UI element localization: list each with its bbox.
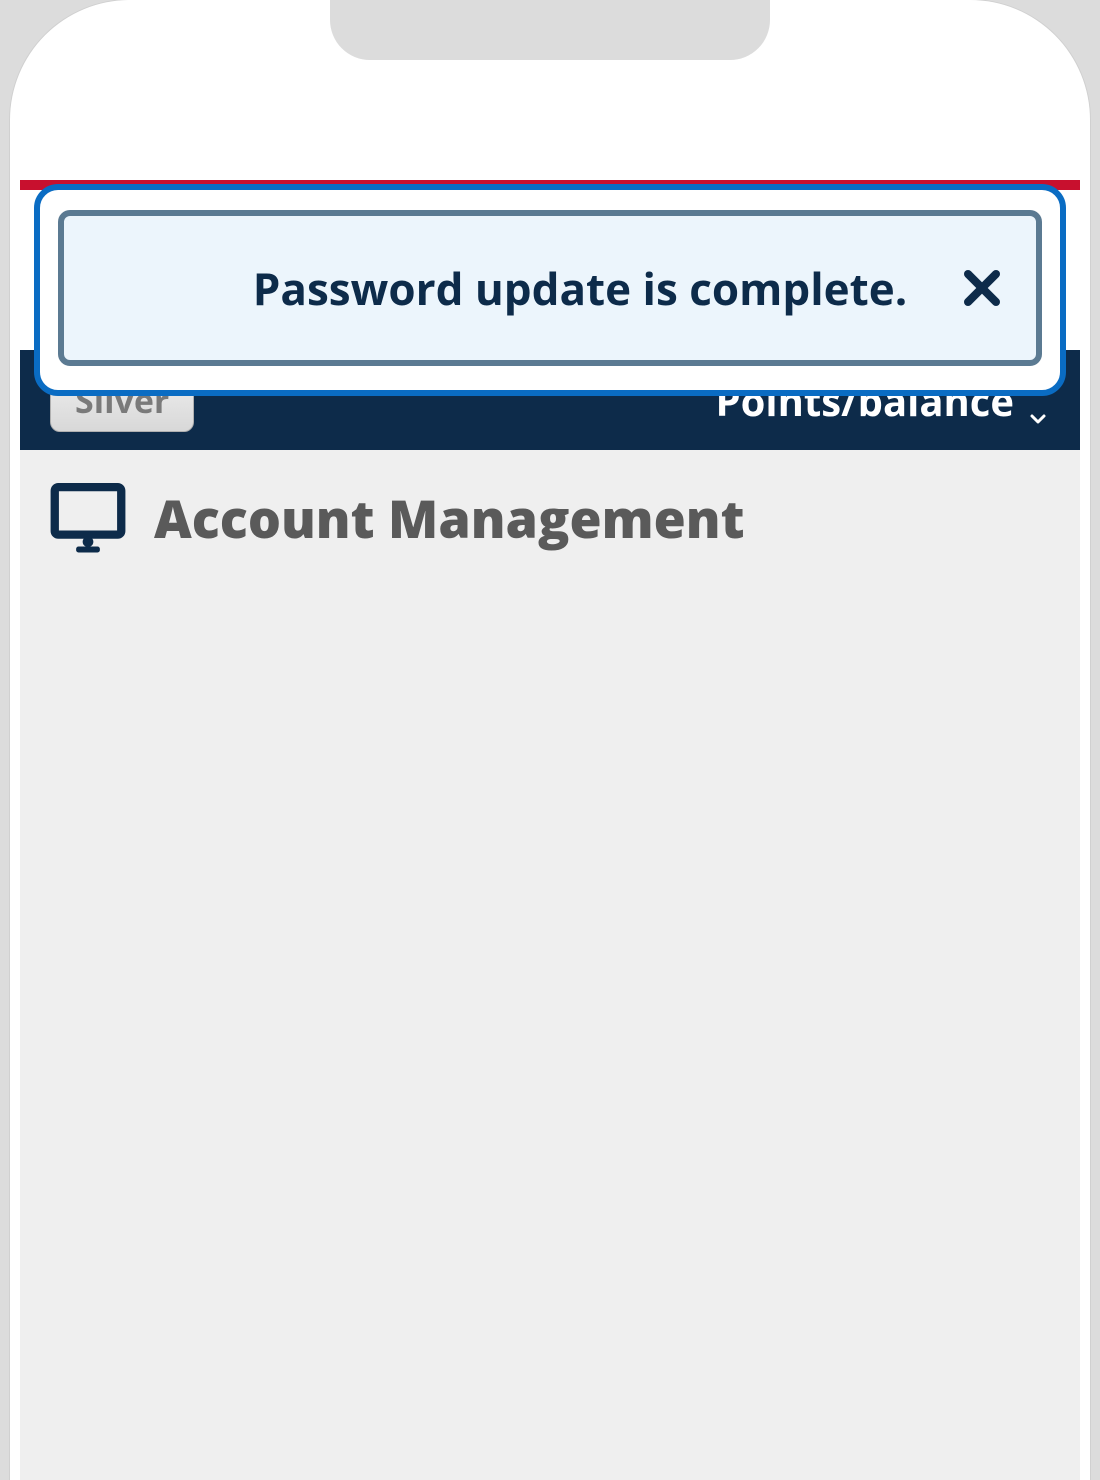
monitor-icon xyxy=(50,480,126,556)
section-header: Account Management xyxy=(50,480,1050,556)
close-icon xyxy=(958,264,1006,312)
toast-close-button[interactable] xyxy=(958,264,1006,312)
toast-message: Password update is complete. xyxy=(64,258,1036,318)
toast-highlight-frame: Password update is complete. xyxy=(34,184,1066,396)
phone-frame: Silver Points/balance xyxy=(10,0,1090,1480)
section-title: Account Management xyxy=(154,483,745,554)
phone-notch xyxy=(330,0,770,60)
success-toast: Password update is complete. xyxy=(58,210,1042,366)
content-area: Account Management xyxy=(20,450,1080,1480)
app-screen: Silver Points/balance xyxy=(20,180,1080,1480)
